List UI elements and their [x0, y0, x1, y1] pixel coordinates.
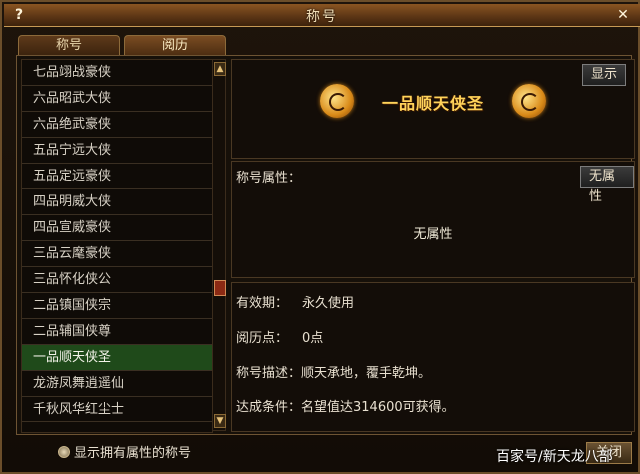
tab-titles[interactable]: 称号 [18, 35, 120, 56]
show-button[interactable]: 显示 [582, 64, 627, 86]
list-item[interactable]: 七品翊战豪侠 [22, 60, 212, 86]
scroll-thumb[interactable] [214, 280, 226, 296]
description-row: 称号描述：顺天承地，覆手乾坤。 [236, 362, 431, 381]
points-row: 阅历点： 0点 [236, 327, 323, 346]
no-attribute-button[interactable]: 无属性 [580, 166, 634, 204]
list-item-selected[interactable]: 一品顺天侠圣 [22, 344, 212, 371]
description-label: 称号描述： [236, 366, 302, 381]
title-badge: 一品顺天侠圣 [320, 84, 546, 120]
attribute-value: 无属性 [413, 227, 453, 242]
condition-row: 达成条件：名望值达314600可获得。 [236, 396, 455, 415]
list-item[interactable]: 二品辅国侠尊 [22, 319, 212, 345]
points-label: 阅历点： [236, 331, 289, 346]
title-list[interactable]: 七品翊战豪侠 六品昭武大侠 六品绝武豪侠 五品宁远大侠 五品定远豪侠 四品明威大… [21, 59, 213, 433]
description-value: 顺天承地，覆手乾坤。 [301, 366, 432, 381]
points-value: 0点 [302, 331, 324, 346]
validity-row: 有效期： 永久使用 [236, 292, 354, 311]
watermark: 百家号/新天龙八部 [496, 449, 613, 465]
checkbox-label: 显示拥有属性的称号 [74, 446, 192, 461]
title-bar: ? 称号 ✕ [4, 4, 640, 27]
close-icon[interactable]: ✕ [614, 6, 632, 24]
attribute-label: 称号属性： [236, 171, 302, 186]
list-item[interactable]: 六品绝武豪侠 [22, 112, 212, 138]
scroll-down-icon[interactable]: ▼ [214, 414, 226, 428]
dragon-emblem-icon [320, 84, 354, 118]
info-panel: 有效期： 永久使用 阅历点： 0点 称号描述：顺天承地，覆手乾坤。 达成条件：名望值… [231, 282, 635, 432]
scroll-up-icon[interactable]: ▲ [214, 62, 226, 76]
dragon-emblem-icon [512, 84, 546, 118]
title-preview-panel: 显示 一品顺天侠圣 [231, 59, 635, 159]
validity-label: 有效期： [236, 296, 289, 311]
attribute-panel: 称号属性： 无属性 无属性 [231, 161, 635, 278]
condition-label: 达成条件： [236, 400, 302, 415]
tab-experience[interactable]: 阅历 [124, 35, 226, 56]
list-item[interactable]: 五品宁远大侠 [22, 138, 212, 164]
list-item[interactable]: 二品镇国侠宗 [22, 293, 212, 319]
list-item[interactable]: 三品怀化侠公 [22, 267, 212, 294]
show-attribute-titles-checkbox[interactable]: 显示拥有属性的称号 [58, 442, 191, 461]
window-title: 称号 [306, 9, 338, 25]
condition-value: 名望值达314600可获得。 [301, 400, 455, 415]
list-item[interactable]: 五品定远豪侠 [22, 164, 212, 190]
list-item[interactable]: 四品明威大侠 [22, 189, 212, 216]
list-item[interactable]: 三品云麾豪侠 [22, 241, 212, 268]
list-item[interactable]: 龙游凤舞逍遥仙 [22, 371, 212, 397]
radio-icon[interactable] [58, 446, 70, 458]
validity-value: 永久使用 [302, 296, 355, 311]
list-item[interactable]: 六品昭武大侠 [22, 86, 212, 112]
list-item[interactable]: 千秋风华红尘士 [22, 397, 212, 423]
title-name: 一品顺天侠圣 [381, 94, 484, 113]
list-scrollbar[interactable]: ▲ ▼ [212, 59, 226, 431]
list-item[interactable]: 四品宣威豪侠 [22, 215, 212, 242]
title-window: ? 称号 ✕ 称号 阅历 七品翊战豪侠 六品昭武大侠 六品绝武豪侠 五品宁远大侠… [0, 0, 640, 474]
